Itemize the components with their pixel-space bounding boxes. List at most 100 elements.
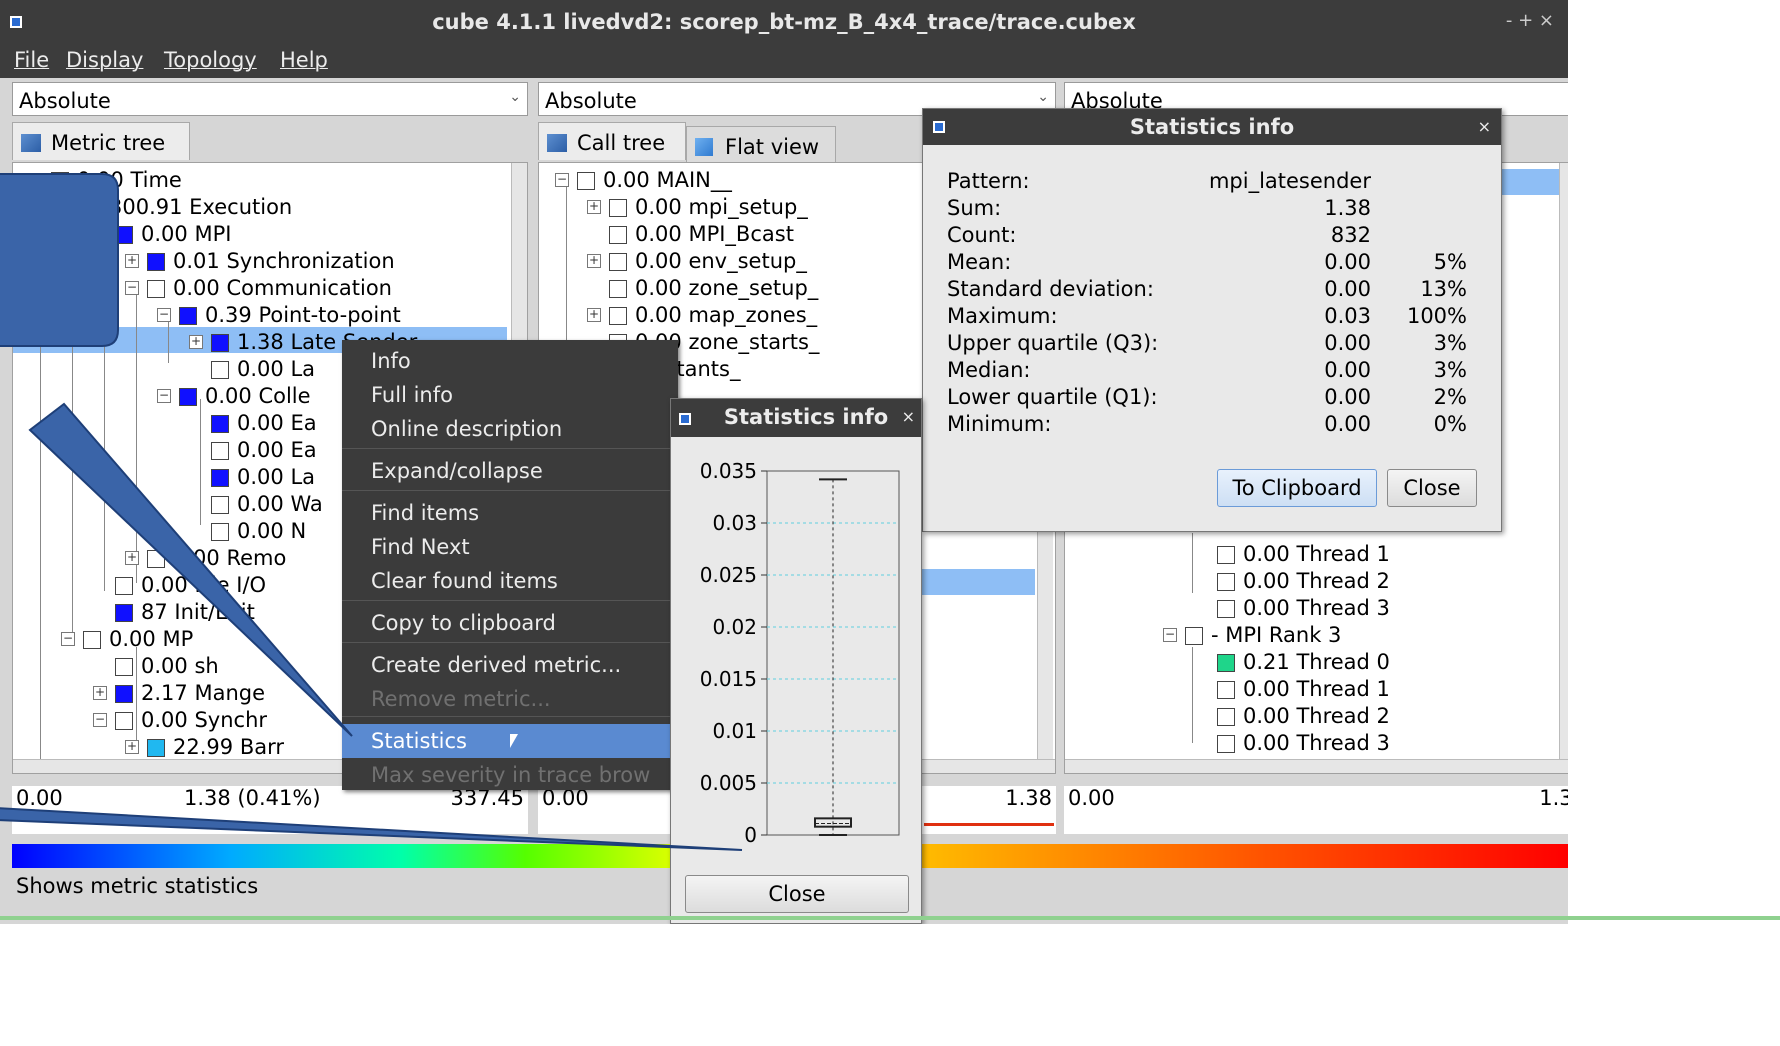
call-row[interactable]: 0.00 zone_setup_ — [609, 275, 818, 301]
metric-row[interactable]: +0.00 Remo — [125, 545, 286, 571]
metric-row[interactable]: 0.00 Ea — [211, 410, 317, 436]
metric-row[interactable]: − 0.39 Point-to-point — [157, 302, 401, 328]
y-tick-label: 0.01 — [712, 719, 757, 743]
metric-row[interactable]: +22.99 Barr — [125, 734, 284, 760]
metric-row[interactable]: +2.17 Mange — [93, 680, 265, 706]
expand-icon[interactable]: + — [125, 740, 139, 754]
menu-item-create-derived-metric[interactable]: Create derived metric... — [342, 648, 678, 682]
metric-label: sh — [194, 654, 219, 678]
system-row[interactable]: 0.21 Thread 0 — [1217, 649, 1390, 675]
call-row[interactable]: +0.00 map_zones_ — [587, 302, 817, 328]
metric-row[interactable]: − 0.00 Synchr — [93, 707, 267, 733]
y-tick-label: 0.03 — [712, 511, 757, 535]
expand-icon[interactable]: + — [189, 335, 203, 349]
metric-row[interactable]: 0.00 File I/O — [115, 572, 266, 598]
stat-value: 0.00 — [1324, 277, 1371, 301]
menu-item-find-next[interactable]: Find Next — [342, 530, 678, 564]
metric-value: 0.00 — [205, 384, 252, 408]
severity-color-box — [115, 604, 133, 622]
system-row[interactable]: − - MPI Rank 3 — [1163, 622, 1341, 648]
call-row[interactable]: +0.00 env_setup_ — [587, 248, 807, 274]
metric-label: Point-to-point — [258, 303, 401, 327]
collapse-icon[interactable]: − — [93, 227, 107, 241]
menu-help[interactable]: Help — [280, 48, 328, 72]
menu-file[interactable]: File — [14, 48, 49, 72]
tab-call-tree[interactable]: Call tree — [538, 122, 686, 160]
close-button[interactable]: Close — [685, 875, 909, 913]
metric-value: 0.00 — [141, 654, 188, 678]
expand-icon[interactable]: + — [125, 551, 139, 565]
metric-label: Ea — [290, 438, 317, 462]
system-horizontal-scrollbar[interactable] — [1065, 759, 1568, 773]
menu-item-copy-to-clipboard[interactable]: Copy to clipboard — [342, 606, 678, 640]
menu-item-full-info[interactable]: Full info — [342, 378, 678, 412]
cube-main-window: cube 4.1.1 livedvd2: scorep_bt-mz_B_4x4_… — [0, 0, 1568, 924]
collapse-icon[interactable]: − — [29, 173, 43, 187]
system-row[interactable]: 0.00 Thread 1 — [1217, 676, 1390, 702]
stat-label: Sum: — [947, 196, 1002, 220]
expand-icon[interactable]: + — [587, 308, 601, 322]
system-vertical-scrollbar[interactable] — [1559, 163, 1568, 759]
collapse-icon[interactable]: − — [157, 389, 171, 403]
menu-item-expand-collapse[interactable]: Expand/collapse — [342, 454, 678, 488]
system-row[interactable]: 0.00 Thread 3 — [1217, 595, 1390, 621]
menu-display[interactable]: Display — [66, 48, 143, 72]
close-icon[interactable]: × — [902, 407, 915, 426]
severity-color-box — [609, 253, 627, 271]
collapse-icon[interactable]: − — [93, 713, 107, 727]
expand-icon[interactable]: + — [587, 254, 601, 268]
metric-row[interactable]: 0.00 La — [211, 356, 315, 382]
window-controls[interactable]: - + × — [1506, 10, 1554, 31]
call-row[interactable]: 0.00 MPI_Bcast — [609, 221, 794, 247]
system-label: Thread 1 — [1296, 542, 1390, 566]
close-icon[interactable]: × — [1478, 117, 1491, 136]
metric-value: 0.00 — [109, 627, 156, 651]
metric-row[interactable]: − 0.00 MPI — [93, 221, 231, 247]
expand-icon[interactable]: + — [93, 686, 107, 700]
metric-row[interactable]: 0.00 Ea — [211, 437, 317, 463]
metric-row[interactable]: − 300.91 Execution — [61, 194, 292, 220]
metric-row[interactable]: 0.00 N — [211, 518, 306, 544]
menu-item-clear-found-items[interactable]: Clear found items — [342, 564, 678, 598]
metric-row[interactable]: − 0.00 Colle — [157, 383, 311, 409]
call-row[interactable]: − 0.00 MAIN__ — [555, 167, 732, 193]
system-row[interactable]: 0.00 Thread 2 — [1217, 703, 1390, 729]
collapse-icon[interactable]: − — [125, 281, 139, 295]
metric-label: Synchronization — [226, 249, 395, 273]
metric-row[interactable]: − 0.00 MP — [61, 626, 193, 652]
menu-item-online-description[interactable]: Online description — [342, 412, 678, 446]
metric-value-mode-select[interactable]: Absolute ⌄ — [12, 82, 528, 116]
menu-item-find-items[interactable]: Find items — [342, 496, 678, 530]
metric-row[interactable]: 87 Init/Exit — [115, 599, 255, 625]
tab-flat-view[interactable]: Flat view — [686, 126, 836, 162]
system-row[interactable]: 0.00 Thread 2 — [1217, 568, 1390, 594]
tab-metric-tree[interactable]: Metric tree — [12, 122, 190, 160]
metric-row[interactable]: − 0.00 Communication — [125, 275, 392, 301]
stat-value: mpi_latesender — [1208, 169, 1371, 193]
call-row[interactable]: +0.00 mpi_setup_ — [587, 194, 808, 220]
close-button[interactable]: Close — [1387, 469, 1477, 507]
collapse-icon[interactable]: − — [157, 308, 171, 322]
severity-color-box — [1185, 627, 1203, 645]
menu-item-info[interactable]: Info — [342, 344, 678, 378]
menu-topology[interactable]: Topology — [164, 48, 257, 72]
metric-row[interactable]: 0.00 Wa — [211, 491, 323, 517]
metric-label: File I/O — [194, 573, 267, 597]
expand-icon[interactable]: + — [125, 254, 139, 268]
severity-color-box — [179, 307, 197, 325]
call-label: env_setup_ — [688, 249, 807, 273]
metric-value: 300.91 — [109, 195, 183, 219]
metric-row[interactable]: 0.00 La — [211, 464, 315, 490]
metric-row[interactable]: 0.00 sh — [115, 653, 219, 679]
collapse-icon[interactable]: − — [1163, 628, 1177, 642]
expand-icon[interactable]: + — [587, 200, 601, 214]
collapse-icon[interactable]: − — [555, 173, 569, 187]
system-row[interactable]: 0.00 Thread 1 — [1217, 541, 1390, 567]
collapse-icon[interactable]: − — [61, 632, 75, 646]
to-clipboard-button[interactable]: To Clipboard — [1217, 469, 1377, 507]
collapse-icon[interactable]: − — [61, 200, 75, 214]
system-row[interactable]: 0.00 Thread 3 — [1217, 730, 1390, 756]
metric-row[interactable]: +0.01 Synchronization — [125, 248, 395, 274]
metric-row[interactable]: − 0.00 Time — [29, 167, 182, 193]
dialog-title: Statistics info — [1129, 115, 1295, 139]
